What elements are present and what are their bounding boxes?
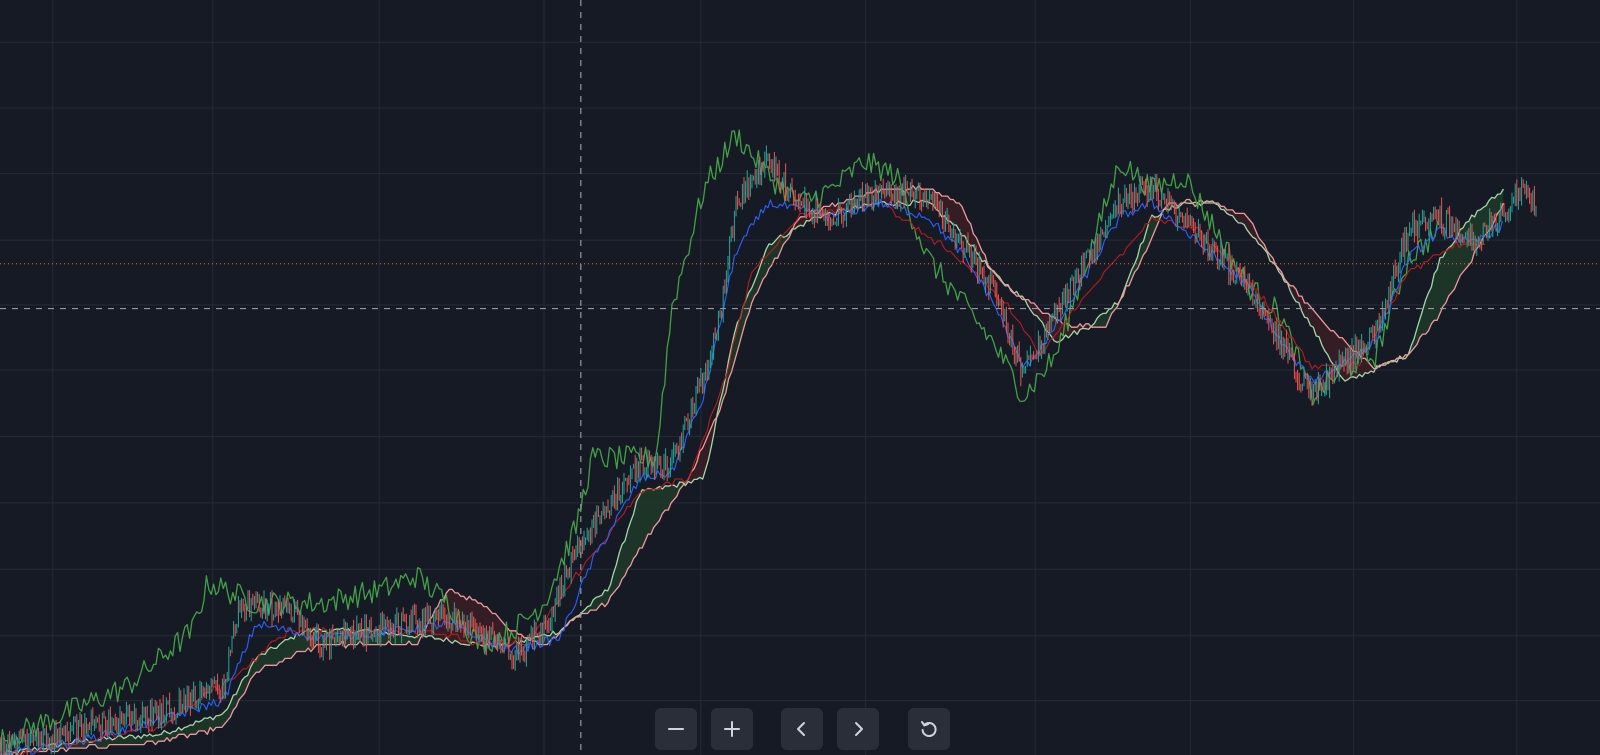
candles — [0, 145, 1537, 755]
zoom-in-button[interactable] — [711, 708, 753, 750]
series-layer — [0, 129, 1537, 755]
kumo-segment — [717, 223, 795, 417]
scroll-right-button[interactable] — [837, 708, 879, 750]
chevron-left-icon — [797, 722, 805, 736]
overlay-layer — [0, 0, 1600, 755]
chevron-right-icon — [855, 722, 863, 736]
kijun-sen-line — [0, 198, 1485, 755]
plus-icon — [724, 721, 740, 737]
tenkan-sen-line — [0, 198, 1503, 755]
scroll-left-button[interactable] — [781, 708, 823, 750]
chikou-span-line — [0, 129, 1439, 753]
grid — [0, 0, 1600, 755]
chart-area[interactable] — [0, 0, 1600, 755]
zoom-out-button[interactable] — [655, 708, 697, 750]
rotate-ccw-icon — [921, 721, 937, 737]
reset-chart-button[interactable] — [908, 708, 950, 750]
ichimoku-chart[interactable] — [0, 0, 1600, 755]
minus-icon — [668, 728, 684, 730]
